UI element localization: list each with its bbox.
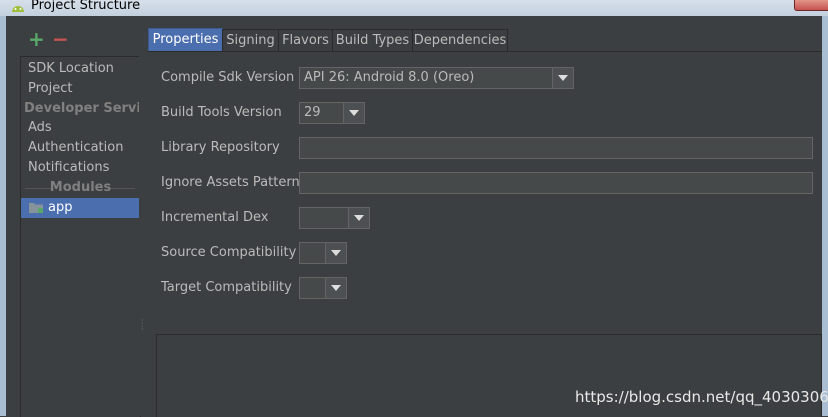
window-title: Project Structure [31,0,141,13]
window-title-bar[interactable]: Project Structure [0,0,828,16]
sidebar-item-label: Ads [28,120,52,135]
divider [111,188,135,189]
sidebar-item-label: SDK Location [28,61,114,76]
tab-properties[interactable]: Properties [148,28,223,51]
dropdown-arrow-button[interactable] [348,208,369,228]
dropdown-arrow-button[interactable] [325,278,346,298]
android-icon [12,6,24,12]
sidebar-item-ads[interactable]: Ads [21,118,140,138]
tab-build-types[interactable]: Build Types [332,29,413,51]
dropdown-arrow-button[interactable] [552,68,573,88]
sidebar: + − SDK Location Project Developer Servi… [6,16,144,417]
add-button[interactable]: + [28,29,46,49]
sidebar-list: SDK Location Project Developer Servic...… [20,56,141,417]
modules-header: Modules [21,178,140,198]
incremental-dex-label: Incremental Dex [161,210,269,225]
remove-button[interactable]: − [52,29,69,49]
sidebar-item-app-module[interactable]: app [21,198,140,218]
module-folder-icon [29,203,43,213]
tab-dependencies[interactable]: Dependencies [412,29,508,51]
compile-sdk-version-value: API 26: Android 8.0 (Oreo) [304,70,475,85]
chevron-down-icon [558,75,568,81]
chevron-down-icon [349,110,359,116]
modules-header-label: Modules [49,180,112,195]
window-close-button[interactable] [794,0,828,11]
chevron-down-icon [331,285,341,291]
library-repository-input[interactable] [299,137,813,159]
sidebar-item-sdk-location[interactable]: SDK Location [21,59,140,79]
build-tools-version-value: 29 [304,105,321,120]
source-compatibility-label: Source Compatibility [161,245,297,260]
sidebar-item-label: Authentication [28,140,124,155]
sidebar-item-project[interactable]: Project [21,79,140,99]
divider [25,188,51,189]
build-tools-version-label: Build Tools Version [161,105,282,120]
sidebar-item-label: Notifications [28,160,110,175]
developer-services-header: Developer Servic... [24,101,140,116]
build-tools-version-dropdown[interactable]: 29 [299,102,365,124]
sidebar-item-authentication[interactable]: Authentication [21,138,140,158]
chevron-down-icon [331,250,341,256]
tab-flavors[interactable]: Flavors [278,29,333,51]
panel-splitter[interactable]: · · · · [139,16,147,416]
incremental-dex-dropdown[interactable] [299,207,370,229]
compile-sdk-version-label: Compile Sdk Version [161,70,295,85]
compile-sdk-version-dropdown[interactable]: API 26: Android 8.0 (Oreo) [299,67,574,89]
dropdown-arrow-button[interactable] [325,243,346,263]
watermark-text: https://blog.csdn.net/qq_40303068 [575,388,828,406]
chevron-down-icon [354,215,364,221]
ignore-assets-pattern-input[interactable] [299,172,813,194]
target-compatibility-label: Target Compatibility [161,280,292,295]
library-repository-label: Library Repository [161,140,280,155]
splitter-grip-icon: · · · · [141,316,144,334]
dropdown-arrow-button[interactable] [343,103,364,123]
sidebar-item-label: Project [28,81,73,96]
target-compatibility-dropdown[interactable] [299,277,347,299]
sidebar-item-notifications[interactable]: Notifications [21,158,140,178]
ignore-assets-pattern-label: Ignore Assets Pattern [161,175,300,190]
tab-signing[interactable]: Signing [222,29,279,51]
source-compatibility-dropdown[interactable] [299,242,347,264]
window-frame-right [822,16,828,416]
